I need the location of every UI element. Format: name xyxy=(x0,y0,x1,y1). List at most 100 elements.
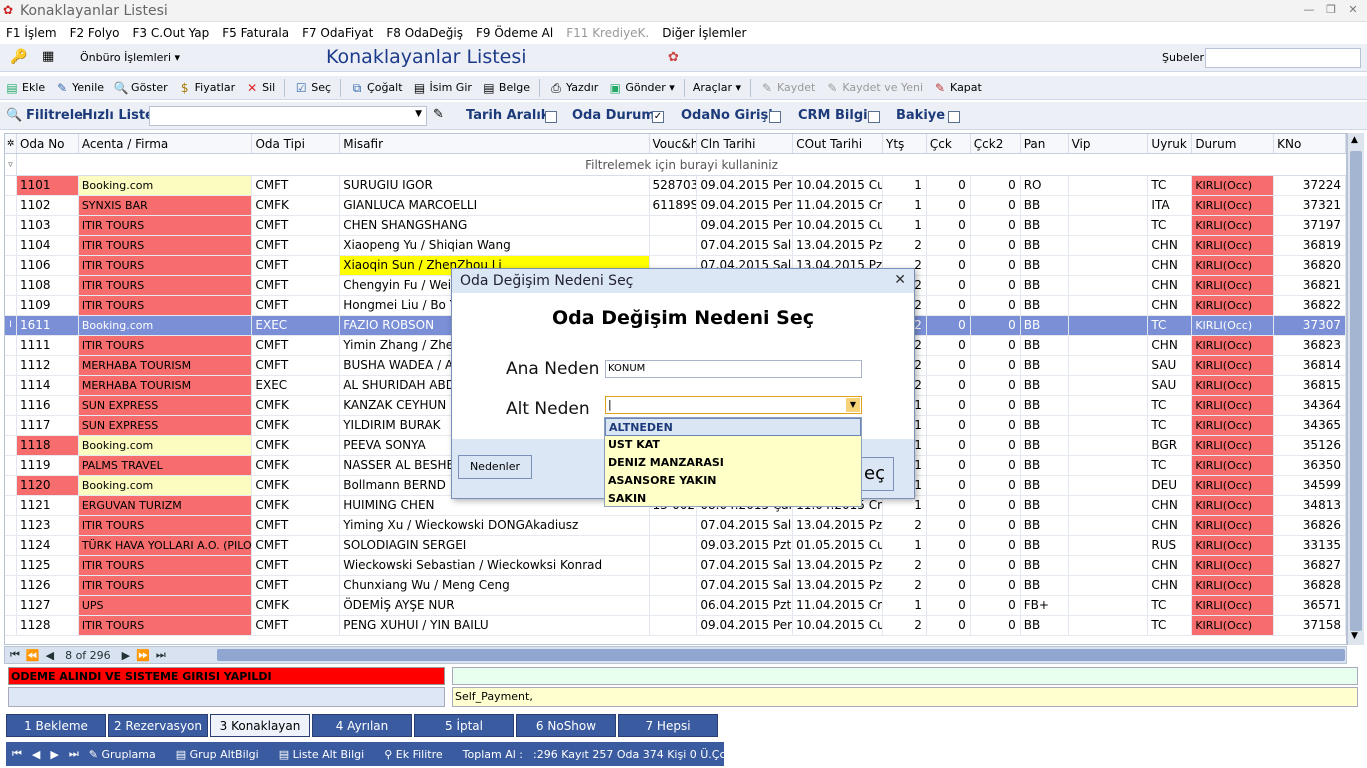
prev-page-fast-icon[interactable]: ⏪ xyxy=(26,649,40,662)
column-header[interactable]: Çck2 xyxy=(971,134,1021,153)
scroll-down-icon[interactable]: ▼ xyxy=(1351,631,1358,641)
grup-altbilgi-button[interactable]: ▤ Grup AltBilgi xyxy=(176,748,269,761)
alt-neden-select[interactable]: | ▼ xyxy=(605,396,862,414)
gonder-button[interactable]: ▣ Gönder ▾ xyxy=(607,80,675,96)
tab-iptal[interactable]: 5 İptal xyxy=(414,714,514,737)
table-row[interactable]: 1101 Booking.com CMFT SURUGIU IGOR 528703 09.… xyxy=(5,176,1346,196)
table-row[interactable]: 1125 ITIR TOURS CMFT Wieckowski Sebastian /… xyxy=(5,556,1346,576)
table-row[interactable]: 1127 UPS CMFK ÖDEMİŞ AYŞE NUR 06.04.2015 Pzt… xyxy=(5,596,1346,616)
menu-odadegis[interactable]: F8 OdaDeğiş xyxy=(386,26,463,40)
oda-durum-checkbox[interactable]: ✓ xyxy=(652,111,664,123)
column-header[interactable]: Uyruk xyxy=(1148,134,1193,153)
close-icon[interactable]: ✕ xyxy=(1344,3,1362,17)
ekle-button[interactable]: ▤ Ekle xyxy=(4,80,45,96)
table-row[interactable]: 1128 ITIR TOURS CMFT PENG XUHUI / YIN BAILU… xyxy=(5,616,1346,636)
sec-button[interactable]: ☑ Seç xyxy=(293,80,331,96)
column-header[interactable]: Pan xyxy=(1021,134,1069,153)
ek-filitre-button[interactable]: ⚲ Ek Filitre xyxy=(384,748,452,761)
table-row[interactable]: 1123 ITIR TOURS CMFT Yiming Xu / Wieckowski… xyxy=(5,516,1346,536)
column-header[interactable]: Vouc&h xyxy=(650,134,698,153)
tab-rezervasyon[interactable]: 2 Rezervasyon xyxy=(108,714,208,737)
dropdown-option[interactable]: SAKIN xyxy=(605,490,861,508)
dropdown-option[interactable]: DENIZ MANZARASI xyxy=(605,454,861,472)
column-header[interactable]: Oda No xyxy=(17,134,79,153)
tab-bekleme[interactable]: 1 Bekleme xyxy=(6,714,106,737)
table-row[interactable]: 1104 ITIR TOURS CMFT Xiaopeng Yu / Shiqian … xyxy=(5,236,1346,256)
key-icon[interactable]: 🔑 xyxy=(10,49,27,65)
araclar-button[interactable]: Araçlar ▾ xyxy=(693,81,741,94)
chevron-down-icon[interactable]: ▼ xyxy=(846,398,860,412)
last-record-icon[interactable]: ⏭ xyxy=(69,747,79,761)
subeler-input[interactable] xyxy=(1205,48,1361,68)
column-header[interactable]: Acenta / Firma xyxy=(79,134,253,153)
ana-neden-input[interactable]: KONUM xyxy=(605,360,862,378)
column-header[interactable]: Durum xyxy=(1192,134,1275,153)
crm-checkbox[interactable] xyxy=(868,111,880,123)
first-record-icon[interactable]: ⏮ xyxy=(12,747,22,761)
column-header[interactable]: Misafir xyxy=(340,134,650,153)
dialog-close-icon[interactable]: ✕ xyxy=(894,272,906,288)
filtrele-button[interactable]: Filitrele xyxy=(26,108,83,123)
menu-odeme[interactable]: F9 Ödeme Al xyxy=(476,26,553,40)
sil-button[interactable]: ✕ Sil xyxy=(244,80,275,96)
dropdown-option[interactable]: ASANSORE YAKIN xyxy=(605,472,861,490)
tab-konaklayan[interactable]: 3 Konaklayan xyxy=(210,714,310,737)
prev-record-icon[interactable]: ◀ xyxy=(32,748,40,761)
column-header[interactable]: COut Tarihi xyxy=(793,134,883,153)
column-header[interactable]: Oda Tipi xyxy=(252,134,341,153)
isimgir-button[interactable]: ▤ İsim Gir xyxy=(412,80,472,96)
yazdir-button[interactable]: ⎙ Yazdır xyxy=(548,80,598,96)
column-header[interactable]: Çck xyxy=(927,134,971,153)
first-page-icon[interactable]: ⏮ xyxy=(10,648,20,662)
tab-ayrilan[interactable]: 4 Ayrılan xyxy=(312,714,412,737)
menu-diger[interactable]: Diğer İşlemler xyxy=(662,26,746,40)
kapat-button[interactable]: ✎ Kapat xyxy=(932,80,982,96)
column-header[interactable]: Cln Tarihi xyxy=(697,134,794,153)
cogalt-button[interactable]: ⧉ Çoğalt xyxy=(349,80,403,96)
menu-odafiyat[interactable]: F7 OdaFiyat xyxy=(302,26,373,40)
scroll-thumb[interactable] xyxy=(1350,151,1362,631)
belge-button[interactable]: ▤ Belge xyxy=(481,80,530,96)
menu-folyo[interactable]: F2 Folyo xyxy=(70,26,120,40)
prev-page-icon[interactable]: ◀ xyxy=(46,649,54,662)
filter-row[interactable]: ▿ Filtrelemek için burayi kullaniniz xyxy=(5,154,1346,176)
horizontal-scrollbar[interactable] xyxy=(217,649,1345,661)
tab-noshow[interactable]: 6 NoShow xyxy=(516,714,616,737)
liste-altbilgi-button[interactable]: ▤ Liste Alt Bilgi xyxy=(279,748,374,761)
kaydet-yeni-button[interactable]: ✎ Kaydet ve Yeni xyxy=(824,80,923,96)
odano-checkbox[interactable] xyxy=(769,111,781,123)
dropdown-option[interactable]: UST KAT xyxy=(605,436,861,454)
column-header[interactable]: KNo xyxy=(1274,134,1346,153)
table-row[interactable]: 1126 ITIR TOURS CMFT Chunxiang Wu / Meng Ce… xyxy=(5,576,1346,596)
hizli-liste-select[interactable]: ▼ xyxy=(149,106,427,126)
kaydet-button[interactable]: ✎ Kaydet xyxy=(759,80,815,96)
vertical-scrollbar[interactable]: ▲ ▼ xyxy=(1347,133,1364,645)
next-record-icon[interactable]: ▶ xyxy=(50,748,58,761)
table-row[interactable]: 1102 SYNXIS BAR CMFK GIANLUCA MARCOELLI 6118… xyxy=(5,196,1346,216)
onburo-menu[interactable]: Önbüro İşlemleri ▾ xyxy=(80,51,180,64)
calc-icon[interactable]: ▦ xyxy=(42,49,54,64)
next-page-fast-icon[interactable]: ⏩ xyxy=(136,649,150,662)
minimize-icon[interactable]: — xyxy=(1300,3,1318,17)
bakiye-checkbox[interactable] xyxy=(948,111,960,123)
summary-menu-icon[interactable]: ▾ xyxy=(784,748,790,761)
nedenler-button[interactable]: Nedenler xyxy=(458,455,532,479)
menu-islem[interactable]: F1 İşlem xyxy=(6,26,57,40)
column-header[interactable]: Vip xyxy=(1069,134,1149,153)
gruplama-button[interactable]: ✎ Gruplama xyxy=(89,748,166,761)
tarih-aralik-checkbox[interactable] xyxy=(545,111,557,123)
column-header[interactable]: Ytş xyxy=(883,134,927,153)
menu-cout[interactable]: F3 C.Out Yap xyxy=(133,26,210,40)
next-page-icon[interactable]: ▶ xyxy=(122,649,130,662)
dropdown-option[interactable]: ALTNEDEN xyxy=(605,418,861,436)
table-row[interactable]: 1124 TÜRK HAVA YOLLARI A.O. (PILOT CMFT SOL… xyxy=(5,536,1346,556)
scroll-up-icon[interactable]: ▲ xyxy=(1351,135,1358,145)
table-row[interactable]: 1103 ITIR TOURS CMFT CHEN SHANGSHANG 09.04.2… xyxy=(5,216,1346,236)
menu-faturala[interactable]: F5 Faturala xyxy=(222,26,289,40)
fiyatlar-button[interactable]: $ Fiyatlar xyxy=(177,80,235,96)
edit-list-icon[interactable]: ✎ xyxy=(433,107,444,122)
last-page-icon[interactable]: ⏭ xyxy=(156,648,166,662)
yenile-button[interactable]: ✎ Yenile xyxy=(54,80,104,96)
menu-krediye[interactable]: F11 KrediyeK. xyxy=(566,26,649,40)
goster-button[interactable]: 🔍 Göster xyxy=(113,80,168,96)
